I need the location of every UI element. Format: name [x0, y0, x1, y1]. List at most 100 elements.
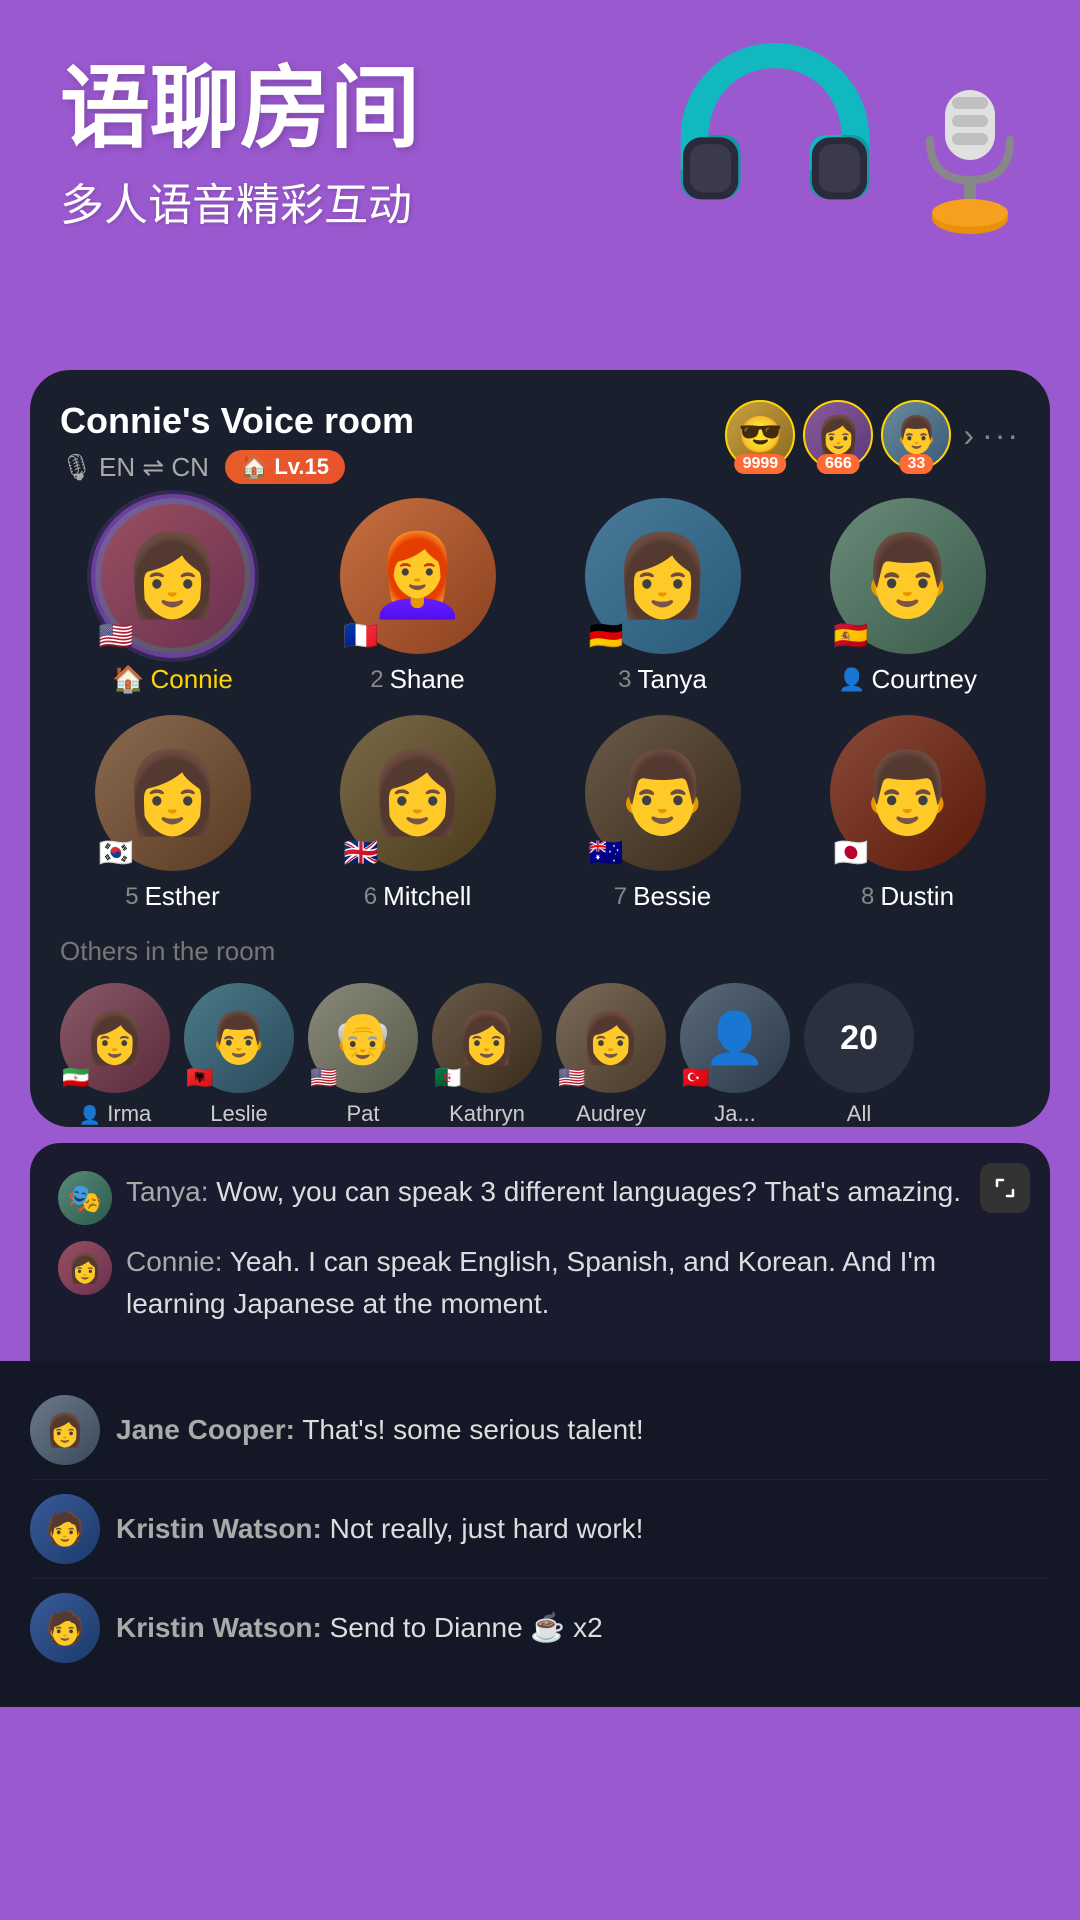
chat-message-tanya: 🎭 Tanya: Wow, you can speak 3 different … — [58, 1171, 1022, 1225]
other-pat[interactable]: 👴 🇺🇸 Pat — [308, 983, 418, 1127]
flag-shane: 🇫🇷 — [344, 622, 379, 650]
other-name-kathryn: Kathryn — [449, 1101, 525, 1127]
speaker-name-bessie: 7 Bessie — [614, 881, 711, 912]
other-icon-irma: 👤 — [79, 1105, 101, 1125]
header-more-icon[interactable]: › — [963, 417, 974, 454]
bottom-text-kristin-1: Kristin Watson: Not really, just hard wo… — [116, 1509, 643, 1548]
speaker-avatar-tanya: 👩 🇩🇪 — [585, 498, 741, 654]
other-flag-kathryn: 🇩🇿 — [434, 1065, 461, 1091]
bottom-messages: 👩 Jane Cooper: That's! some serious tale… — [0, 1361, 1080, 1707]
chat-text-tanya: Tanya: Wow, you can speak 3 different la… — [126, 1171, 1022, 1213]
chat-overlay: 🎭 Tanya: Wow, you can speak 3 different … — [30, 1143, 1050, 1361]
header-avatar-2[interactable]: 👩 666 — [803, 400, 873, 470]
other-all-label: All — [847, 1101, 871, 1127]
speakers-grid: 👩 🇺🇸 🏠 Connie 👩‍🦰 🇫🇷 2 Shane 👩 — [60, 498, 1020, 912]
speaker-avatar-shane: 👩‍🦰 🇫🇷 — [340, 498, 496, 654]
other-flag-ja: 🇹🇷 — [682, 1065, 709, 1091]
flag-connie: 🇺🇸 — [99, 622, 134, 650]
other-avatar-pat: 👴 🇺🇸 — [308, 983, 418, 1093]
speaker-tanya[interactable]: 👩 🇩🇪 3 Tanya — [550, 498, 775, 695]
speaker-avatar-courtney: 👨 🇪🇸 — [830, 498, 986, 654]
bottom-msg-jane: 👩 Jane Cooper: That's! some serious tale… — [30, 1381, 1050, 1480]
header-menu-dots[interactable]: ··· — [982, 417, 1020, 454]
bottom-avatar-kristin-2: 🧑 — [30, 1593, 100, 1663]
other-all[interactable]: 20 All — [804, 983, 914, 1127]
flag-courtney: 🇪🇸 — [834, 622, 869, 650]
speaker-dustin[interactable]: 👨 🇯🇵 8 Dustin — [795, 715, 1020, 912]
speaker-avatar-dustin: 👨 🇯🇵 — [830, 715, 986, 871]
room-title: Connie's Voice room — [60, 400, 414, 442]
other-name-pat: Pat — [346, 1101, 379, 1127]
flag-esther: 🇰🇷 — [99, 839, 134, 867]
others-label: Others in the room — [60, 936, 1020, 967]
level-icon: 🏠 — [241, 454, 268, 480]
other-kathryn[interactable]: 👩 🇩🇿 Kathryn — [432, 983, 542, 1127]
speaker-avatar-esther: 👩 🇰🇷 — [95, 715, 251, 871]
speaker-esther[interactable]: 👩 🇰🇷 5 Esther — [60, 715, 285, 912]
other-avatar-leslie: 👨 🇦🇱 — [184, 983, 294, 1093]
other-audrey[interactable]: 👩 🇺🇸 Audrey — [556, 983, 666, 1127]
header-avatar-1[interactable]: 😎 9999 — [725, 400, 795, 470]
speaker-name-esther: 5 Esther — [125, 881, 220, 912]
viewer-count-1: 9999 — [735, 454, 787, 474]
speaker-name-mitchell: 6 Mitchell — [364, 881, 472, 912]
other-flag-pat: 🇺🇸 — [310, 1065, 337, 1091]
chat-avatar-connie: 👩 — [58, 1241, 112, 1295]
flag-mitchell: 🇬🇧 — [344, 839, 379, 867]
flag-dustin: 🇯🇵 — [834, 839, 869, 867]
speaker-avatar-connie: 👩 🇺🇸 — [95, 498, 251, 654]
speaker-name-dustin: 8 Dustin — [861, 881, 954, 912]
other-flag-audrey: 🇺🇸 — [558, 1065, 585, 1091]
microphone-icon — [900, 80, 1040, 240]
bottom-avatar-kristin-1: 🧑 — [30, 1494, 100, 1564]
other-avatar-kathryn: 👩 🇩🇿 — [432, 983, 542, 1093]
other-avatar-ja: 👤 🇹🇷 — [680, 983, 790, 1093]
other-ja[interactable]: 👤 🇹🇷 Ja... — [680, 983, 790, 1127]
speaker-name-connie: 🏠 Connie — [112, 664, 233, 695]
speaker-connie[interactable]: 👩 🇺🇸 🏠 Connie — [60, 498, 285, 695]
bottom-msg-kristin-2: 🧑 Kristin Watson: Send to Dianne ☕ x2 — [30, 1579, 1050, 1677]
others-section: Others in the room 👩 🇮🇷 👤 Irma 👨 🇦🇱 Lesl… — [60, 936, 1020, 1127]
speaker-name-tanya: 3 Tanya — [618, 664, 707, 695]
other-leslie[interactable]: 👨 🇦🇱 Leslie — [184, 983, 294, 1127]
user-icon: 👤 — [838, 667, 865, 693]
chat-expand-button[interactable] — [980, 1163, 1030, 1213]
others-row: 👩 🇮🇷 👤 Irma 👨 🇦🇱 Leslie 👴 🇺🇸 — [60, 983, 1020, 1127]
host-icon: 🏠 — [112, 664, 144, 695]
header-avatar-3[interactable]: 👨 33 — [881, 400, 951, 470]
room-header: Connie's Voice room 🎙 EN ⇌ CN 🏠 Lv.15 😎 … — [60, 400, 1020, 484]
flag-bessie: 🇦🇺 — [589, 839, 624, 867]
chat-message-connie: 👩 Connie: Yeah. I can speak English, Spa… — [58, 1241, 1022, 1325]
room-header-avatars: 😎 9999 👩 666 👨 33 › ··· — [725, 400, 1020, 470]
speaker-name-courtney: 👤 Courtney — [838, 664, 977, 695]
speaker-avatar-bessie: 👨 🇦🇺 — [585, 715, 741, 871]
room-lang: 🎙 EN ⇌ CN — [60, 452, 209, 483]
chat-text-connie: Connie: Yeah. I can speak English, Spani… — [126, 1241, 1022, 1325]
bottom-avatar-jane: 👩 — [30, 1395, 100, 1465]
speaker-mitchell[interactable]: 👩 🇬🇧 6 Mitchell — [305, 715, 530, 912]
room-meta: 🎙 EN ⇌ CN 🏠 Lv.15 — [60, 450, 414, 484]
headphones-icon — [660, 20, 890, 250]
mic-small-icon: 🎙 — [60, 452, 93, 483]
all-badge: 20 — [804, 983, 914, 1093]
main-card: Connie's Voice room 🎙 EN ⇌ CN 🏠 Lv.15 😎 … — [30, 370, 1050, 1127]
other-avatar-irma: 👩 🇮🇷 — [60, 983, 170, 1093]
speaker-bessie[interactable]: 👨 🇦🇺 7 Bessie — [550, 715, 775, 912]
hero-section: 语聊房间 多人语音精彩互动 — [0, 0, 1080, 370]
flag-tanya: 🇩🇪 — [589, 622, 624, 650]
other-name-irma: 👤 Irma — [79, 1101, 152, 1127]
viewer-count-2: 666 — [817, 454, 860, 474]
other-flag-leslie: 🇦🇱 — [186, 1065, 213, 1091]
other-flag-irma: 🇮🇷 — [62, 1065, 89, 1091]
speaker-shane[interactable]: 👩‍🦰 🇫🇷 2 Shane — [305, 498, 530, 695]
speaker-courtney[interactable]: 👨 🇪🇸 👤 Courtney — [795, 498, 1020, 695]
bottom-text-kristin-2: Kristin Watson: Send to Dianne ☕ x2 — [116, 1608, 603, 1647]
other-avatar-audrey: 👩 🇺🇸 — [556, 983, 666, 1093]
bottom-msg-kristin-1: 🧑 Kristin Watson: Not really, just hard … — [30, 1480, 1050, 1579]
other-name-ja: Ja... — [714, 1101, 756, 1127]
viewer-count-3: 33 — [899, 454, 933, 474]
speaker-avatar-mitchell: 👩 🇬🇧 — [340, 715, 496, 871]
room-info: Connie's Voice room 🎙 EN ⇌ CN 🏠 Lv.15 — [60, 400, 414, 484]
hero-icons — [660, 20, 1040, 250]
other-irma[interactable]: 👩 🇮🇷 👤 Irma — [60, 983, 170, 1127]
